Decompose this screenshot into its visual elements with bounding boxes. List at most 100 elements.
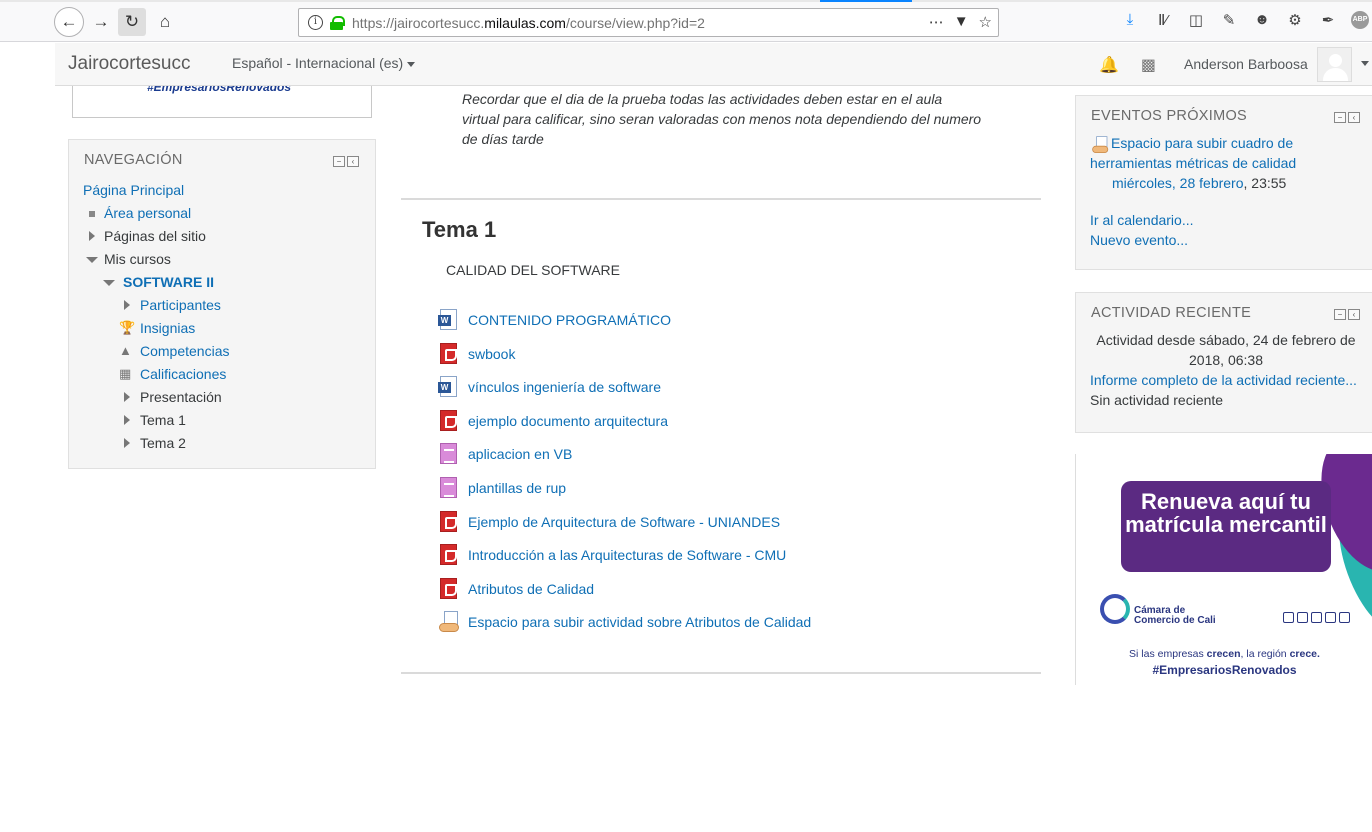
block-title: NAVEGACIÓN: [84, 152, 183, 168]
collapse-icon[interactable]: −: [333, 156, 345, 167]
event-date: miércoles, 28 febrero, 23:55: [1112, 175, 1287, 191]
linkedin-icon: [1325, 612, 1336, 623]
collapse-tree-icon[interactable]: [103, 280, 115, 286]
nav-my-courses[interactable]: Mis cursos: [104, 251, 171, 267]
activity-item[interactable]: CONTENIDO PROGRAMÁTICO: [437, 307, 671, 333]
section-divider: [401, 198, 1041, 200]
nav-home-link[interactable]: Página Principal: [83, 182, 184, 198]
library-icon[interactable]: Ⅱ⁄: [1153, 11, 1173, 29]
nav-personal-area[interactable]: Área personal: [104, 205, 191, 221]
event-title-link[interactable]: Espacio para subir cuadro de herramienta…: [1090, 133, 1340, 173]
activity-item[interactable]: vínculos ingeniería de software: [437, 374, 661, 400]
nav-competencies[interactable]: Competencias: [140, 343, 230, 359]
home-icon[interactable]: ⌂: [151, 8, 179, 36]
activity-item[interactable]: Ejemplo de Arquitectura de Software - UN…: [437, 509, 780, 535]
section-divider: [401, 672, 1041, 674]
user-menu-name[interactable]: Anderson Barboosa: [1184, 56, 1308, 72]
chevron-down-icon: [407, 61, 416, 67]
pocket-icon[interactable]: ▼: [954, 13, 969, 31]
nav-topic-1[interactable]: Tema 1: [140, 412, 186, 428]
collapse-icon[interactable]: −: [1334, 309, 1346, 320]
collapse-tree-icon[interactable]: [86, 257, 98, 263]
activity-item[interactable]: swbook: [437, 341, 515, 367]
messages-icon[interactable]: ▩: [1141, 55, 1156, 75]
adblock-icon[interactable]: ABP: [1351, 11, 1369, 29]
text-file-icon: [437, 442, 461, 466]
paint-icon[interactable]: ✎: [1219, 11, 1239, 29]
activity-item[interactable]: Atributos de Calidad: [437, 576, 594, 602]
lock-icon: [330, 15, 345, 30]
activity-item[interactable]: Introducción a las Arquitecturas de Soft…: [437, 542, 786, 568]
text-file-icon: [437, 476, 461, 500]
competencies-icon: ▲: [119, 343, 132, 358]
recent-activity-block: ACTIVIDAD RECIENTE − ‹ Actividad desde s…: [1075, 292, 1372, 433]
full-report-link[interactable]: Informe completo de la actividad recient…: [1090, 370, 1357, 390]
nav-participants[interactable]: Participantes: [140, 297, 221, 313]
no-recent-activity: Sin actividad reciente: [1090, 392, 1224, 408]
facebook-icon: [1283, 612, 1294, 623]
instagram-icon: [1339, 612, 1350, 623]
activity-item[interactable]: Espacio para subir actividad sobre Atrib…: [437, 609, 811, 635]
nav-course-software-ii[interactable]: SOFTWARE II: [123, 274, 214, 290]
activity-item[interactable]: ejemplo documento arquitectura: [437, 408, 668, 434]
settings-icon[interactable]: ⚙: [1285, 11, 1305, 29]
activity-item[interactable]: plantillas de rup: [437, 475, 566, 501]
notifications-bell-icon[interactable]: 🔔: [1099, 55, 1119, 75]
dock-icon[interactable]: ‹: [1348, 309, 1360, 320]
browser-toolbar: ← → ↻ ⌂ i https://jairocortesucc.milaula…: [0, 2, 1372, 42]
trophy-icon: 🏆: [119, 320, 136, 335]
twitter-icon: [1311, 612, 1322, 623]
url-bar[interactable]: i https://jairocortesucc.milaulas.com/co…: [298, 8, 999, 37]
site-brand[interactable]: Jairocortesucc: [68, 53, 191, 75]
avatar[interactable]: [1317, 47, 1352, 82]
expand-icon[interactable]: [124, 300, 130, 310]
back-icon[interactable]: ←: [54, 7, 84, 37]
camara-logo-icon: [1100, 594, 1130, 624]
nav-grades[interactable]: Calificaciones: [140, 366, 226, 382]
eyedropper-icon[interactable]: ✒: [1318, 11, 1338, 29]
new-event-link[interactable]: Nuevo evento...: [1090, 230, 1188, 250]
people-icon[interactable]: ☻: [1252, 11, 1272, 29]
bookmark-star-icon[interactable]: ☆: [979, 13, 992, 31]
block-title: ACTIVIDAD RECIENTE: [1091, 305, 1252, 321]
dock-icon[interactable]: ‹: [347, 156, 359, 167]
expand-icon[interactable]: [124, 392, 130, 402]
calendar-link[interactable]: Ir al calendario...: [1090, 210, 1194, 230]
reload-icon[interactable]: ↻: [118, 8, 146, 36]
nav-presentation[interactable]: Presentación: [140, 389, 222, 405]
upcoming-events-block: EVENTOS PRÓXIMOS − ‹ Espacio para subir …: [1075, 95, 1372, 270]
word-document-icon: [437, 308, 461, 332]
pdf-icon: [437, 342, 461, 366]
social-icons: [1283, 612, 1350, 623]
info-icon[interactable]: i: [308, 15, 323, 30]
assignment-icon: [437, 610, 461, 634]
expand-icon[interactable]: [124, 438, 130, 448]
nav-topic-2[interactable]: Tema 2: [140, 435, 186, 451]
sidebar-icon[interactable]: ◫: [1186, 11, 1206, 29]
dock-icon[interactable]: ‹: [1348, 112, 1360, 123]
activity-item[interactable]: aplicacion en VB: [437, 441, 572, 467]
download-icon[interactable]: ⤓: [1120, 11, 1140, 29]
pdf-icon: [437, 543, 461, 567]
expand-icon[interactable]: [89, 231, 95, 241]
pdf-icon: [437, 409, 461, 433]
word-document-icon: [437, 375, 461, 399]
more-icon[interactable]: ⋯: [929, 13, 944, 31]
site-navbar: Jairocortesucc Español - Internacional (…: [55, 43, 1372, 86]
url-text[interactable]: https://jairocortesucc.milaulas.com/cour…: [352, 15, 705, 31]
youtube-icon: [1297, 612, 1308, 623]
nav-site-pages[interactable]: Páginas del sitio: [104, 228, 206, 244]
ad-headline: Renueva aquí tu matrícula mercantil: [1121, 481, 1331, 572]
collapse-icon[interactable]: −: [1334, 112, 1346, 123]
ad-block-top-left: #EmpresariosRenovados: [72, 86, 372, 118]
pdf-icon: [437, 510, 461, 534]
forward-icon[interactable]: →: [87, 8, 115, 36]
language-menu[interactable]: Español - Internacional (es): [232, 55, 416, 71]
chevron-down-icon[interactable]: [1361, 61, 1369, 66]
event-date-link[interactable]: miércoles, 28 febrero: [1112, 175, 1244, 191]
advertisement-banner[interactable]: Renueva aquí tu matrícula mercantil Cáma…: [1075, 454, 1372, 685]
nav-badges[interactable]: Insignias: [140, 320, 195, 336]
expand-icon[interactable]: [124, 415, 130, 425]
section-intro-text: Recordar que el dia de la prueba todas l…: [462, 91, 982, 147]
recent-since-text: Actividad desde sábado, 24 de febrero de…: [1096, 332, 1356, 368]
